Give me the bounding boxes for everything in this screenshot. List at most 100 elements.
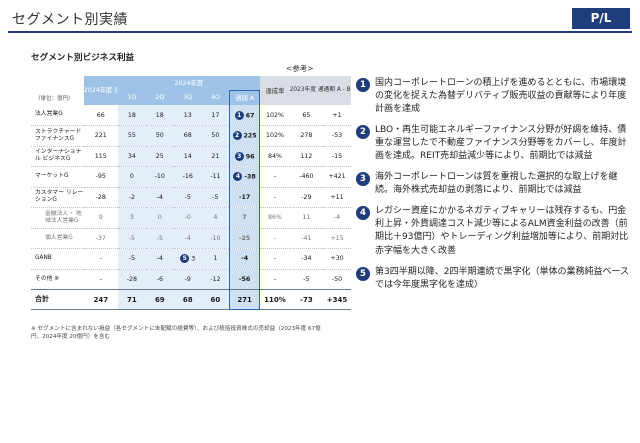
fy23-cell: -41 xyxy=(289,228,324,249)
q3-cell: -4 xyxy=(173,228,202,249)
accum-cell: -25 xyxy=(229,228,261,249)
q4-cell: 4 xyxy=(201,207,230,229)
fy23-cell: 65 xyxy=(289,105,324,126)
q1-cell: 34 xyxy=(117,146,146,167)
note-number-badge: 5 xyxy=(356,266,370,281)
commentary-item: 3 海外コーポレートローンは質を重視した選択的な取上げを継続。海外株式売却益の剥落… xyxy=(356,171,632,197)
fy23-header: 2023年度 通期 B xyxy=(289,76,324,105)
q3-value: -9 xyxy=(184,275,191,283)
accum-cell: 4 -38 xyxy=(229,166,261,188)
fy23-cell: -460 xyxy=(289,166,324,188)
section-title: セグメント別ビジネス利益 xyxy=(31,53,135,63)
fy23-cell: -29 xyxy=(289,187,324,208)
q3-cell: 14 xyxy=(173,146,202,167)
q1-cell: -28 xyxy=(117,269,146,290)
q3-cell: -9 xyxy=(173,269,202,290)
q2-cell: 18 xyxy=(145,105,174,126)
q3-value: 3 xyxy=(191,255,196,263)
q4-cell: -5 xyxy=(201,187,230,208)
q3-cell: 68 xyxy=(173,289,202,310)
achieve-rate-cell: - xyxy=(259,248,290,270)
q3-value: 13 xyxy=(183,111,192,119)
commentary-item: 1 国内コーポレートローンの積上げを進めるとともに、市場環境の変化を捉えた為替デリ… xyxy=(356,77,632,116)
note-marker: 5 xyxy=(180,254,190,264)
achieve-rate-cell: 86% xyxy=(259,207,290,229)
plan-cell: 9 xyxy=(83,207,118,229)
commentary-text: 第3四半期以降、2四半期連続で黒字化（単体の業務純益ベースでは今年度黒字化を達成… xyxy=(375,266,630,290)
q2-cell: -6 xyxy=(145,269,174,290)
q3-value: -5 xyxy=(184,193,191,201)
note-number-badge: 3 xyxy=(356,172,370,187)
title-divider xyxy=(8,31,632,33)
segment-name: 法人営業G xyxy=(31,105,84,126)
segment-name: ストラクチャード ファイナンスG xyxy=(31,125,84,147)
accum-value: 7 xyxy=(242,214,247,222)
plan-cell: 66 xyxy=(83,105,118,126)
q2-cell: 69 xyxy=(145,289,174,310)
plan-cell: 221 xyxy=(83,125,118,147)
q2-cell: -4 xyxy=(145,248,174,270)
plan-cell: - xyxy=(83,269,118,290)
accum-value: 96 xyxy=(245,153,255,161)
accum-cell: -17 xyxy=(229,187,261,208)
accum-value: 225 xyxy=(243,132,257,140)
q3-value: 68 xyxy=(183,132,192,140)
table-row: 金融法人・ 地域法人営業G 9 3 0 -0 4 7 86% 11 -4 xyxy=(31,207,351,229)
diff-cell: -15 xyxy=(323,146,351,167)
q1-cell: 0 xyxy=(117,166,146,188)
segment-profit-table: 2024年度 計画 2024年度 達成率 2023年度 通期 B 通期 A - … xyxy=(31,76,351,310)
commentary-text: LBO・再生可能エネルギーファイナンス分野が好調を維持、債重な運営したで不動産フ… xyxy=(375,125,627,162)
plan-cell: -37 xyxy=(83,228,118,249)
q3-cell: -5 xyxy=(173,187,202,208)
fy23-cell: -34 xyxy=(289,248,324,270)
accum-header: 通期 A xyxy=(229,89,261,105)
page-title: セグメント別実績 xyxy=(12,12,128,28)
commentary-text: レガシー資産にかかるネガティブキャリーは残存するも、円金利上昇・外貨調達コスト減… xyxy=(375,206,629,256)
pl-badge: P/L xyxy=(572,8,630,29)
q1-cell: 55 xyxy=(117,125,146,147)
diff-cell: +345 xyxy=(323,289,351,310)
diff-cell: +11 xyxy=(323,187,351,208)
q4-cell: 1 xyxy=(201,248,230,270)
segment-name: マーケットG xyxy=(31,166,84,188)
diff-cell: +15 xyxy=(323,228,351,249)
q2-cell: 50 xyxy=(145,125,174,147)
total-row: 合計 247 71 69 68 60 271 110% -73 +345 xyxy=(31,289,351,310)
achieve-rate-cell: 110% xyxy=(259,289,290,310)
note-number-badge: 1 xyxy=(356,78,370,92)
diff-cell: -50 xyxy=(323,269,351,290)
q4-cell: 50 xyxy=(201,125,230,147)
segment-name: その他 ※ xyxy=(31,269,84,290)
total-label: 合計 xyxy=(31,289,84,310)
accum-cell: 271 xyxy=(229,289,261,310)
q1-cell: -5 xyxy=(117,228,146,249)
achieve-rate-cell: 102% xyxy=(259,105,290,126)
q1-cell: 18 xyxy=(117,105,146,126)
q4-cell: -10 xyxy=(201,228,230,249)
table-row: ストラクチャード ファイナンスG 221 55 50 68 50 2 225 102% 278 -5… xyxy=(31,125,351,147)
diff-cell: +30 xyxy=(323,248,351,270)
unit-label: （単位：億円） xyxy=(35,95,74,102)
q4-cell: -12 xyxy=(201,269,230,290)
achieve-rate-cell: - xyxy=(259,166,290,188)
commentary-text: 国内コーポレートローンの積上げを進めるとともに、市場環境の変化を捉えた為替デリバ… xyxy=(375,78,627,115)
achieve-rate-cell: - xyxy=(259,187,290,208)
achieve-rate-cell: - xyxy=(259,228,290,249)
q3-cell: -16 xyxy=(173,166,202,188)
achieve-rate-cell: 102% xyxy=(259,125,290,147)
accum-value: -38 xyxy=(244,173,256,181)
reference-label: <参考> xyxy=(286,64,314,73)
q3-value: -4 xyxy=(184,234,191,242)
segment-name: カスタマー リレーションG xyxy=(31,187,84,208)
fy24-header: 2024年度 xyxy=(117,76,260,90)
table-row: その他 ※ - -28 -6 -9 -12 -56- -5 -50 xyxy=(31,269,351,290)
q2-header: 2Q xyxy=(145,90,174,105)
segment-name: 金融法人・ 地域法人営業G xyxy=(31,207,84,229)
q3-value: -16 xyxy=(182,173,193,181)
accum-cell: -56 xyxy=(229,269,261,290)
fy24-plan-header: 2024年度 計画 xyxy=(83,76,118,105)
note-number-badge: 4 xyxy=(356,206,370,221)
accum-cell: -4 xyxy=(229,248,261,270)
plan-cell: - xyxy=(83,248,118,270)
table-row: インターナショナル ビジネスG 115 34 25 14 21 3 96 84% 112 -15 xyxy=(31,146,351,167)
